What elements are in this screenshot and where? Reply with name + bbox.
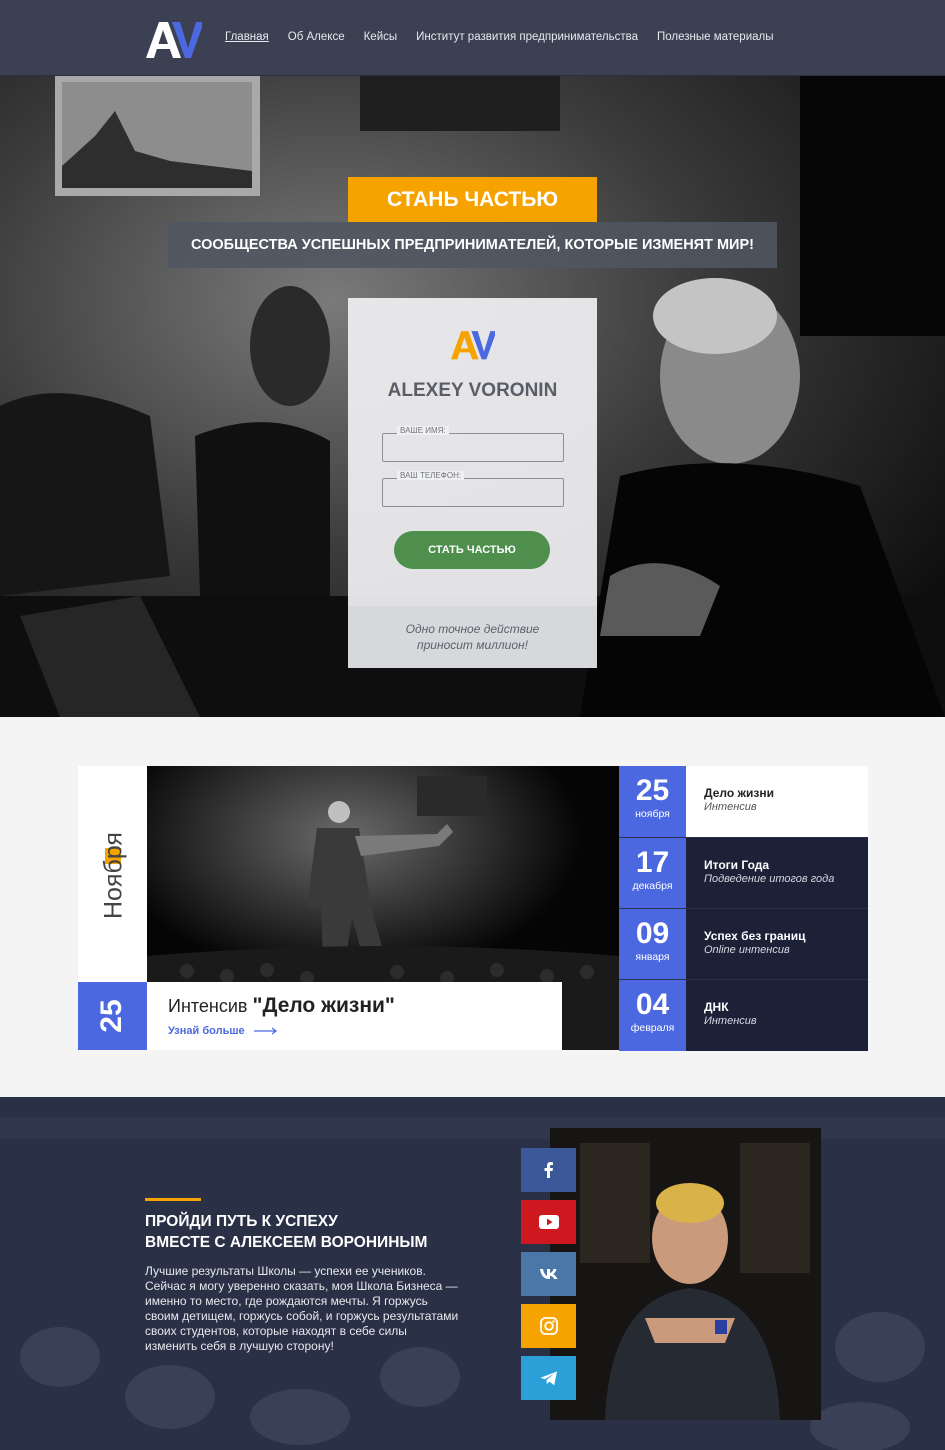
- event-day: 09: [635, 917, 670, 950]
- event-date: 17 декабря: [619, 838, 686, 909]
- event-month: ноября: [635, 808, 670, 820]
- join-badge: СТАНЬ ЧАСТЬЮ: [348, 177, 597, 222]
- facebook-button[interactable]: [521, 1148, 576, 1192]
- event-day: 17: [635, 846, 670, 879]
- vk-button[interactable]: [521, 1252, 576, 1296]
- event-item[interactable]: 17 декабря Итоги Года Подведение итогов …: [619, 837, 868, 909]
- name-field-label: ВАШЕ ИМЯ:: [397, 426, 449, 435]
- about-title-line-2: ВМЕСТЕ С АЛЕКСЕЕМ ВОРОНИНЫМ: [145, 1234, 428, 1251]
- event-item[interactable]: 09 января Успех без границ Online интенс…: [619, 908, 868, 980]
- portrait-photo: [550, 1128, 821, 1420]
- portrait-image: [550, 1128, 821, 1420]
- accent-line: [145, 1198, 201, 1201]
- event-info: ДНК Интенсив: [686, 980, 868, 1051]
- event-month: января: [635, 951, 670, 963]
- event-month: февраля: [630, 1022, 675, 1034]
- nav-link-about[interactable]: Об Алексе: [288, 31, 345, 43]
- nav-link-home[interactable]: Главная: [225, 31, 269, 43]
- quote-line-1: Одно точное действие: [405, 622, 540, 636]
- featured-event-kind: Интенсив: [168, 996, 248, 1016]
- name-field[interactable]: ВАШЕ ИМЯ:: [382, 426, 564, 462]
- form-footer-quote: Одно точное действие приносит миллион!: [348, 606, 597, 668]
- about-title: ПРОЙДИ ПУТЬ К УСПЕХУ ВМЕСТЕ С АЛЕКСЕЕМ В…: [145, 1211, 427, 1253]
- event-date: 09 января: [619, 909, 686, 980]
- av-logo[interactable]: [146, 20, 202, 58]
- featured-day: 25: [95, 999, 128, 1033]
- signup-form-card: ALEXEY VORONIN ВАШЕ ИМЯ: ВАШ ТЕЛЕФОН: СТ…: [348, 298, 597, 668]
- arrow-right-icon: [253, 1027, 277, 1035]
- nav-link-institute[interactable]: Институт развития предпринимательства: [416, 31, 638, 43]
- featured-event-heading: Интенсив "Дело жизни": [168, 994, 395, 1018]
- about-text: Лучшие результаты Школы — успехи ее учен…: [145, 1264, 459, 1353]
- youtube-button[interactable]: [521, 1200, 576, 1244]
- join-submit-button[interactable]: СТАТЬ ЧАСТЬЮ: [394, 531, 550, 569]
- about-section: ПРОЙДИ ПУТЬ К УСПЕХУ ВМЕСТЕ С АЛЕКСЕЕМ В…: [0, 1097, 945, 1450]
- featured-event-card[interactable]: Интенсив "Дело жизни" Узнай больше: [147, 982, 562, 1050]
- event-item[interactable]: 04 февраля ДНК Интенсив: [619, 979, 868, 1051]
- upcoming-events-list: 25 ноября Дело жизни Интенсив 17 декабря…: [619, 766, 868, 1051]
- top-navbar: Главная Об Алексе Кейсы Институт развити…: [0, 0, 945, 76]
- event-item[interactable]: 25 ноября Дело жизни Интенсив: [619, 766, 868, 837]
- featured-month: Ноября: [99, 832, 128, 919]
- event-name: Успех без границ: [704, 929, 806, 943]
- event-info: Успех без границ Online интенсив: [686, 909, 868, 980]
- event-name: ДНК: [704, 1000, 729, 1014]
- nav-menu: Главная Об Алексе Кейсы Институт развити…: [225, 31, 774, 43]
- event-date: 04 февраля: [619, 980, 686, 1051]
- events-section: Ноября 25 Интенсив "Дело жизни" Узнай бо…: [78, 766, 868, 1051]
- event-date: 25 ноября: [619, 766, 686, 837]
- phone-field[interactable]: ВАШ ТЕЛЕФОН:: [382, 471, 564, 507]
- about-title-line-1: ПРОЙДИ ПУТЬ К УСПЕХУ: [145, 1213, 338, 1230]
- nav-link-materials[interactable]: Полезные материалы: [657, 31, 774, 43]
- phone-field-label: ВАШ ТЕЛЕФОН:: [397, 471, 465, 480]
- event-name: Дело жизни: [704, 786, 774, 800]
- event-subtitle: Online интенсив: [704, 944, 790, 956]
- phone-input[interactable]: [383, 479, 563, 506]
- event-day: 25: [635, 774, 670, 807]
- nav-link-cases[interactable]: Кейсы: [364, 31, 398, 43]
- learn-more-label: Узнай больше: [168, 1025, 245, 1037]
- learn-more-link[interactable]: Узнай больше: [168, 1025, 278, 1037]
- event-info: Дело жизни Интенсив: [686, 766, 868, 837]
- form-av-logo: [451, 331, 495, 360]
- quote-line-2: приносит миллион!: [417, 638, 528, 652]
- featured-event-title: "Дело жизни": [252, 994, 395, 1017]
- form-brand-title: ALEXEY VORONIN: [387, 380, 558, 401]
- featured-day-box: 25: [78, 982, 147, 1050]
- event-name: Итоги Года: [704, 858, 770, 872]
- vk-icon: [539, 1269, 557, 1279]
- instagram-icon: [539, 1317, 558, 1335]
- facebook-icon: [544, 1162, 553, 1178]
- telegram-button[interactable]: [521, 1356, 576, 1400]
- event-day: 04: [635, 988, 670, 1021]
- instagram-button[interactable]: [521, 1304, 576, 1348]
- hero-subtitle: СООБЩЕСТВА УСПЕШНЫХ ПРЕДПРИНИМАТЕЛЕЙ, КО…: [168, 222, 777, 268]
- event-subtitle: Интенсив: [704, 801, 757, 813]
- event-info: Итоги Года Подведение итогов года: [686, 838, 868, 909]
- event-subtitle: Интенсив: [704, 1015, 757, 1027]
- event-month: декабря: [632, 880, 673, 892]
- youtube-icon: [538, 1215, 559, 1229]
- hero-section: СТАНЬ ЧАСТЬЮ СООБЩЕСТВА УСПЕШНЫХ ПРЕДПРИ…: [0, 76, 945, 717]
- event-subtitle: Подведение итогов года: [704, 873, 835, 885]
- featured-month-panel: Ноября: [78, 766, 147, 982]
- telegram-icon: [540, 1371, 557, 1385]
- name-input[interactable]: [383, 434, 563, 461]
